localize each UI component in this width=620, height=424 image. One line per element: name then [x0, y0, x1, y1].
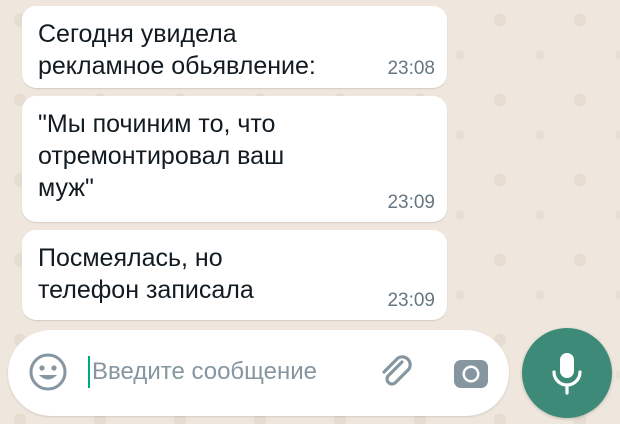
message-composer: [8, 330, 509, 416]
message-text: "Мы починим то, что отремонтировал ваш м…: [38, 110, 285, 202]
message-timestamp: 23:08: [387, 58, 435, 79]
microphone-icon: [552, 353, 582, 395]
paperclip-icon[interactable]: [376, 352, 416, 392]
message-bubble[interactable]: Сегодня увидела рекламное обьявление: 23…: [22, 6, 447, 88]
message-bubble[interactable]: "Мы починим то, что отремонтировал ваш м…: [22, 96, 447, 222]
message-text: Посмеялась, но телефон записала: [38, 244, 254, 304]
message-bubble[interactable]: Посмеялась, но телефон записала 23:09: [22, 230, 447, 320]
message-text: Сегодня увидела рекламное обьявление:: [38, 20, 316, 80]
message-input[interactable]: [86, 352, 346, 392]
emoji-icon[interactable]: [28, 352, 68, 392]
message-timestamp: 23:09: [387, 290, 435, 311]
voice-message-button[interactable]: [522, 328, 612, 418]
camera-icon[interactable]: [452, 354, 490, 392]
message-timestamp: 23:09: [387, 192, 435, 213]
